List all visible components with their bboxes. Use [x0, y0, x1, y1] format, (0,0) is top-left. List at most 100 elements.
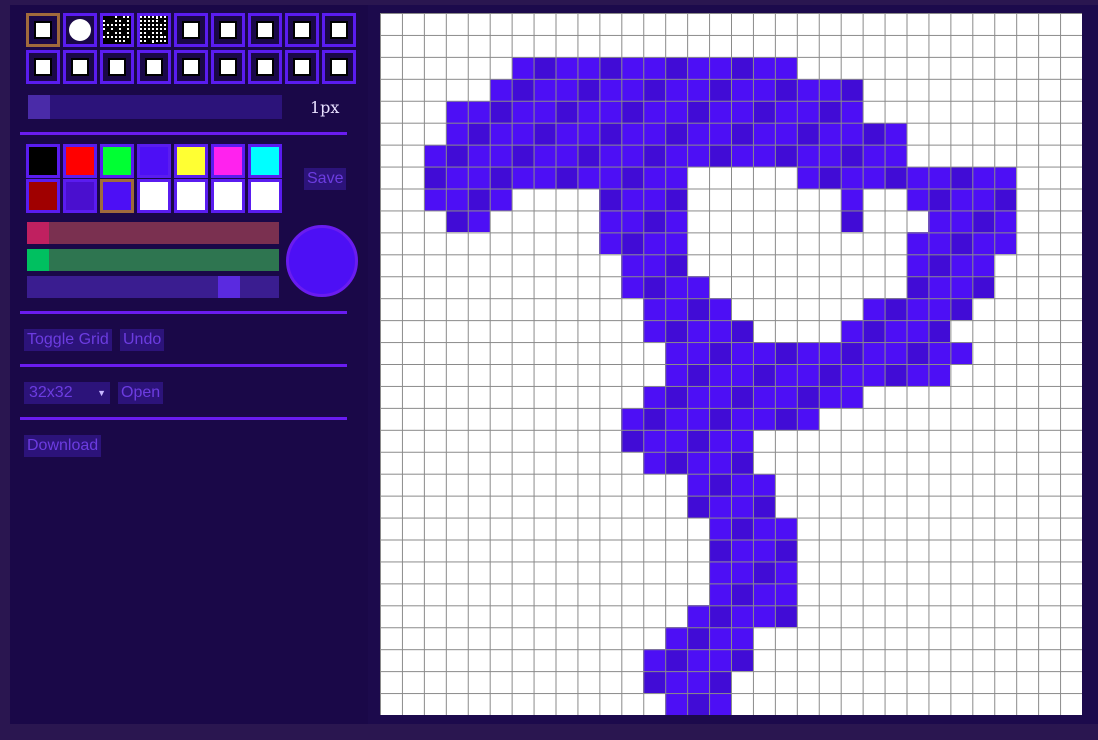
open-button[interactable]: Open: [118, 382, 164, 404]
brush-button[interactable]: [100, 50, 134, 84]
pixel: [906, 166, 929, 189]
brush-size-thumb[interactable]: [28, 95, 50, 119]
green-slider[interactable]: [27, 249, 279, 271]
brush-button[interactable]: [322, 50, 356, 84]
pixel: [752, 364, 775, 386]
pixel: [467, 210, 490, 233]
brush-button[interactable]: [248, 50, 282, 84]
pixel: [972, 276, 995, 299]
slider-thumb[interactable]: [27, 249, 49, 271]
brush-size-label: 1px: [310, 98, 340, 117]
brush-button[interactable]: [211, 13, 245, 47]
pixel: [709, 473, 732, 496]
slider-thumb[interactable]: [27, 222, 49, 244]
slider-thumb[interactable]: [217, 276, 240, 298]
pixel: [774, 539, 797, 562]
brush-button[interactable]: [137, 50, 171, 84]
pixel: [423, 166, 446, 189]
pixel: [774, 122, 797, 145]
divider: [20, 311, 347, 314]
brush-button[interactable]: [285, 50, 319, 84]
brush-button[interactable]: [63, 13, 97, 47]
color-swatch[interactable]: [26, 144, 60, 178]
color-swatch[interactable]: [248, 144, 282, 178]
color-swatch[interactable]: [137, 144, 171, 178]
brush-button[interactable]: [285, 13, 319, 47]
pixel: [599, 100, 622, 123]
save-button[interactable]: Save: [304, 168, 347, 190]
pixel: [687, 649, 710, 672]
red-slider[interactable]: [27, 222, 279, 244]
pixel: [621, 429, 644, 452]
brush-button[interactable]: [211, 50, 245, 84]
brush-button[interactable]: [174, 13, 208, 47]
pixel: [665, 649, 688, 672]
pixel: [687, 407, 710, 430]
pixel: [665, 232, 688, 255]
brush-button[interactable]: [63, 50, 97, 84]
pixel: [709, 605, 732, 628]
pixel: [840, 122, 863, 145]
pixel: [665, 298, 688, 321]
pixel: [687, 451, 710, 474]
pixel: [862, 298, 885, 321]
brush-button[interactable]: [100, 13, 134, 47]
color-swatch[interactable]: [63, 144, 97, 178]
pixel: [709, 144, 732, 167]
color-swatch[interactable]: [211, 144, 245, 178]
pixel: [599, 166, 622, 189]
pixel: [840, 364, 863, 386]
pixel: [665, 671, 688, 694]
pixel: [950, 232, 973, 255]
pixel: [840, 100, 863, 123]
pixel: [731, 364, 753, 386]
pixel: [577, 78, 600, 101]
download-button[interactable]: Download: [24, 435, 102, 457]
pixel: [445, 100, 468, 123]
color-swatch[interactable]: [100, 144, 134, 178]
pixel: [665, 78, 688, 101]
pixel: [994, 188, 1017, 211]
pixel: [928, 364, 951, 386]
brush-button[interactable]: [322, 13, 356, 47]
pixel: [796, 144, 819, 167]
color-swatch[interactable]: [174, 144, 208, 178]
pixel: [709, 298, 732, 321]
pixel: [752, 495, 775, 518]
brush-button[interactable]: [137, 13, 171, 47]
color-swatch[interactable]: [26, 179, 60, 213]
color-swatch[interactable]: [63, 179, 97, 213]
color-swatch[interactable]: [174, 179, 208, 213]
pixel: [577, 100, 600, 123]
pixel: [643, 276, 666, 299]
divider: [20, 364, 347, 367]
current-color-preview: [286, 225, 358, 297]
color-swatch[interactable]: [100, 179, 134, 213]
color-swatch[interactable]: [211, 179, 245, 213]
brush-size-slider[interactable]: [28, 95, 282, 119]
brush-button[interactable]: [174, 50, 208, 84]
pixel: [643, 78, 666, 101]
blue-slider[interactable]: [27, 276, 279, 298]
pixel: [752, 539, 775, 562]
pixel: [643, 166, 666, 189]
toggle-grid-button[interactable]: Toggle Grid: [24, 329, 112, 351]
pixel: [731, 627, 753, 650]
pixel: [555, 166, 578, 189]
undo-button[interactable]: Undo: [120, 329, 165, 351]
drawing-canvas[interactable]: [380, 13, 1082, 716]
grid-size-select[interactable]: 32x32 ▼: [24, 382, 110, 404]
brush-button[interactable]: [248, 13, 282, 47]
pixel: [818, 364, 841, 386]
pixel: [862, 122, 885, 145]
pixel: [665, 451, 688, 474]
pixel: [533, 144, 556, 167]
pixel: [906, 320, 929, 343]
brush-button[interactable]: [26, 13, 60, 47]
color-swatch[interactable]: [137, 179, 171, 213]
pixel: [731, 429, 753, 452]
pixel: [709, 649, 732, 672]
pixel: [687, 429, 710, 452]
color-swatch[interactable]: [248, 179, 282, 213]
brush-button[interactable]: [26, 50, 60, 84]
